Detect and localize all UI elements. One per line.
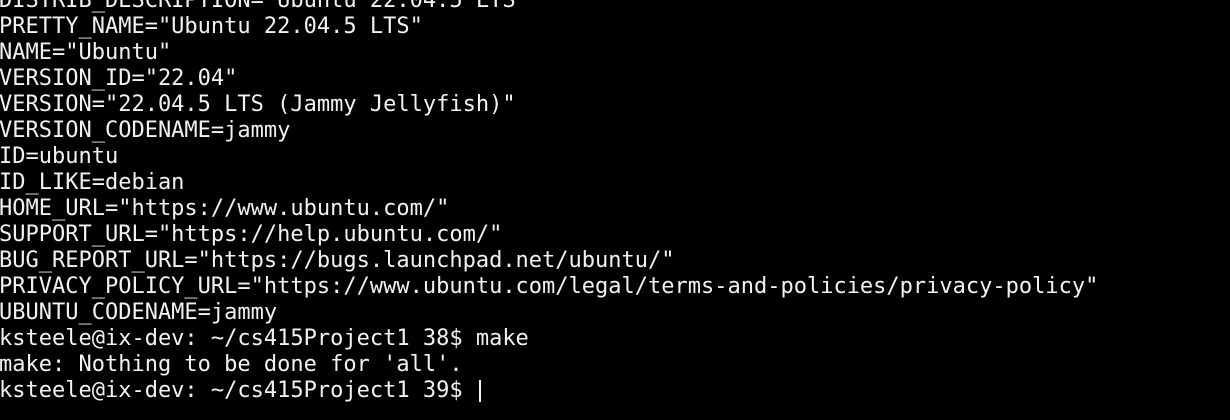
output-line: HOME_URL="https://www.ubuntu.com/": [0, 196, 450, 221]
output-line: UBUNTU_CODENAME=jammy: [0, 300, 278, 325]
output-line: PRIVACY_POLICY_URL="https://www.ubuntu.c…: [0, 274, 1099, 299]
output-line: PRETTY_NAME="Ubuntu 22.04.5 LTS": [0, 14, 423, 39]
command-prompt-line[interactable]: ksteele@ix-dev: ~/cs415Project1 39$: [0, 378, 1098, 404]
output-line: ID=ubuntu: [0, 144, 119, 169]
command-output-line: make: Nothing to be done for 'all'.: [0, 352, 463, 377]
output-line: NAME="Ubuntu": [0, 40, 172, 65]
terminal-window[interactable]: DISTRIB_DESCRIPTION="Ubuntu 22.04.5 LTS"…: [0, 0, 1230, 420]
shell-prompt: ksteele@ix-dev: ~/cs415Project1 39$: [0, 378, 476, 403]
text-cursor[interactable]: [478, 380, 481, 402]
output-line: SUPPORT_URL="https://help.ubuntu.com/": [0, 222, 503, 247]
terminal-output: DISTRIB_DESCRIPTION="Ubuntu 22.04.5 LTS"…: [0, 0, 1098, 404]
output-line: VERSION_ID="22.04": [0, 66, 238, 91]
output-line: BUG_REPORT_URL="https://bugs.launchpad.n…: [0, 248, 675, 273]
output-line: ID_LIKE=debian: [0, 170, 185, 195]
previous-command-line: ksteele@ix-dev: ~/cs415Project1 38$ make: [0, 326, 529, 351]
output-line: VERSION="22.04.5 LTS (Jammy Jellyfish)": [0, 92, 516, 117]
output-line: VERSION_CODENAME=jammy: [0, 118, 291, 143]
output-line: DISTRIB_DESCRIPTION="Ubuntu 22.04.5 LTS": [0, 0, 529, 13]
